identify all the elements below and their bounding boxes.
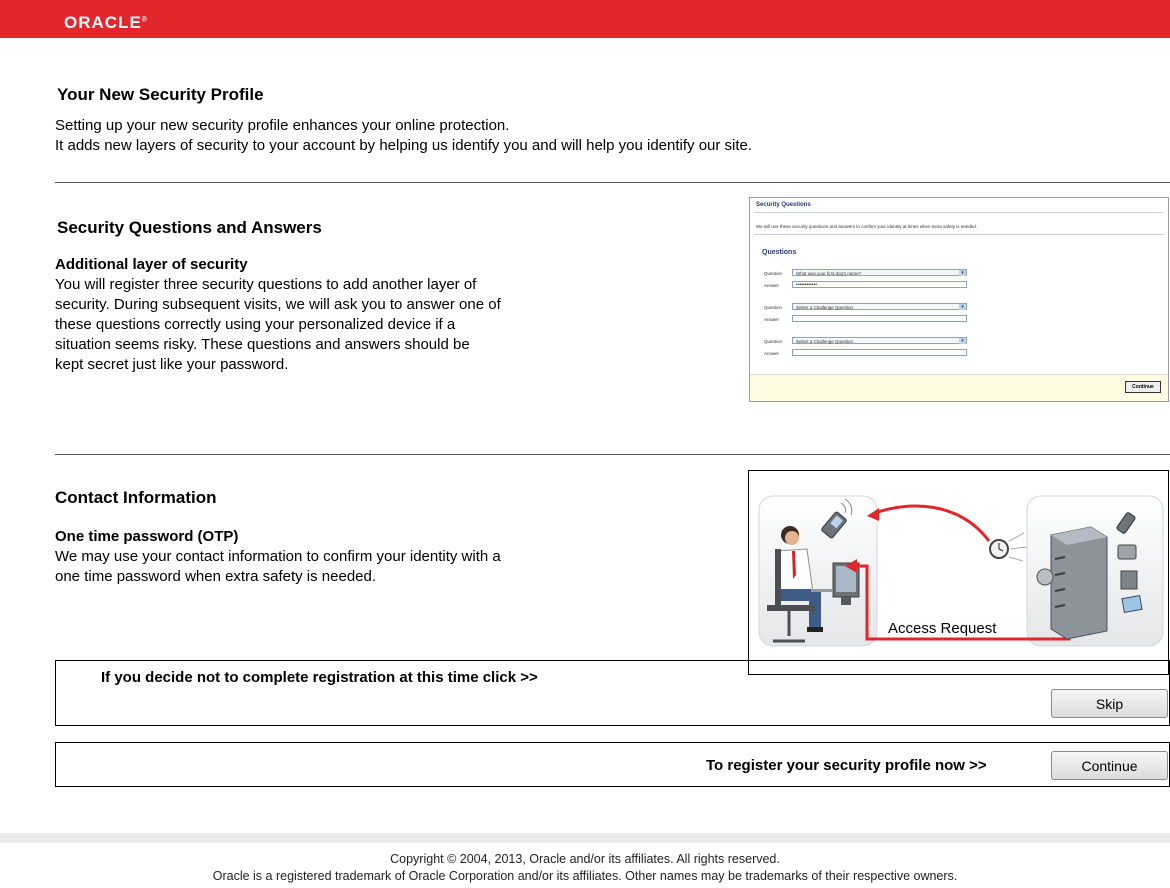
- thumb-answer-input: [792, 315, 967, 322]
- description-line: security. During subsequent visits, we w…: [55, 296, 501, 313]
- description-line: situation seems risky. These questions a…: [55, 336, 470, 353]
- oracle-logo: ORACLE®: [64, 13, 148, 33]
- access-request-diagram: Access Request: [748, 470, 1169, 675]
- footer-copyright: Copyright © 2004, 2013, Oracle and/or it…: [390, 852, 780, 866]
- divider: [55, 454, 1170, 455]
- otp-description: We may use your contact information to c…: [55, 547, 655, 587]
- thumb-question-select: What was your first dog's name? ▾: [792, 269, 967, 276]
- security-questions-subheading: Additional layer of security: [55, 256, 248, 273]
- skip-prompt: If you decide not to complete registrati…: [101, 669, 538, 686]
- diagram-illustration: [758, 495, 1164, 647]
- continue-prompt: To register your security profile now >>: [706, 757, 987, 774]
- thumb-select-value: Select a Challenge Question: [796, 305, 854, 310]
- security-questions-description: You will register three security questio…: [55, 275, 655, 375]
- thumb-divider: [754, 212, 1164, 213]
- footer-trademark: Oracle is a registered trademark of Orac…: [212, 869, 958, 883]
- description-line: kept secret just like your password.: [55, 356, 289, 373]
- description-line: these questions correctly using your per…: [55, 316, 456, 333]
- page-title: Your New Security Profile: [57, 85, 264, 104]
- thumb-description: We will use these security questions and…: [756, 224, 978, 229]
- thumb-answer-input: ••••••••••••: [792, 281, 967, 288]
- otp-subheading: One time password (OTP): [55, 528, 239, 545]
- intro-line-2: It adds new layers of security to your a…: [55, 137, 753, 154]
- intro-line-1: Setting up your new security profile enh…: [55, 117, 510, 134]
- header-bar: [0, 0, 1170, 38]
- brand-mark: ®: [141, 16, 148, 24]
- brand-text: ORACLE: [64, 13, 142, 32]
- security-questions-heading: Security Questions and Answers: [57, 218, 322, 237]
- contact-information-heading: Contact Information: [55, 488, 217, 507]
- continue-button[interactable]: Continue: [1051, 751, 1168, 780]
- thumb-continue-button: Continue: [1125, 381, 1161, 393]
- thumb-select-value: What was your first dog's name?: [796, 271, 862, 276]
- thumb-questions-heading: Questions: [762, 249, 797, 256]
- security-questions-screenshot: Security Questions We will use these sec…: [749, 197, 1169, 402]
- chevron-down-icon: ▾: [959, 304, 966, 310]
- skip-button[interactable]: Skip: [1051, 689, 1168, 718]
- thumb-question-select: Select a Challenge Question ▾: [792, 303, 967, 310]
- thumb-question-label: Question: [764, 271, 783, 276]
- description-line: We may use your contact information to c…: [55, 548, 501, 565]
- thumb-answer-label: Answer: [764, 351, 780, 356]
- continue-row: [55, 742, 1170, 787]
- access-request-label: Access Request: [888, 620, 997, 637]
- divider: [55, 182, 1170, 183]
- thumb-question-label: Question: [764, 339, 783, 344]
- thumb-question-select: Select a Challenge Question ▾: [792, 337, 967, 344]
- thumb-divider: [754, 234, 1164, 235]
- thumb-answer-label: Answer: [764, 283, 780, 288]
- chevron-down-icon: ▾: [959, 270, 966, 276]
- thumb-footer: [750, 374, 1168, 401]
- thumb-answer-input: [792, 349, 967, 356]
- clock-icon: [989, 532, 1028, 562]
- thumb-question-label: Question: [764, 305, 783, 310]
- description-line: You will register three security questio…: [55, 276, 477, 293]
- chevron-down-icon: ▾: [959, 338, 966, 344]
- thumb-title: Security Questions: [756, 202, 811, 208]
- thumb-select-value: Select a Challenge Question: [796, 339, 854, 344]
- thumb-answer-label: Answer: [764, 317, 780, 322]
- description-line: one time password when extra safety is n…: [55, 568, 377, 585]
- footer-bar: [0, 833, 1170, 843]
